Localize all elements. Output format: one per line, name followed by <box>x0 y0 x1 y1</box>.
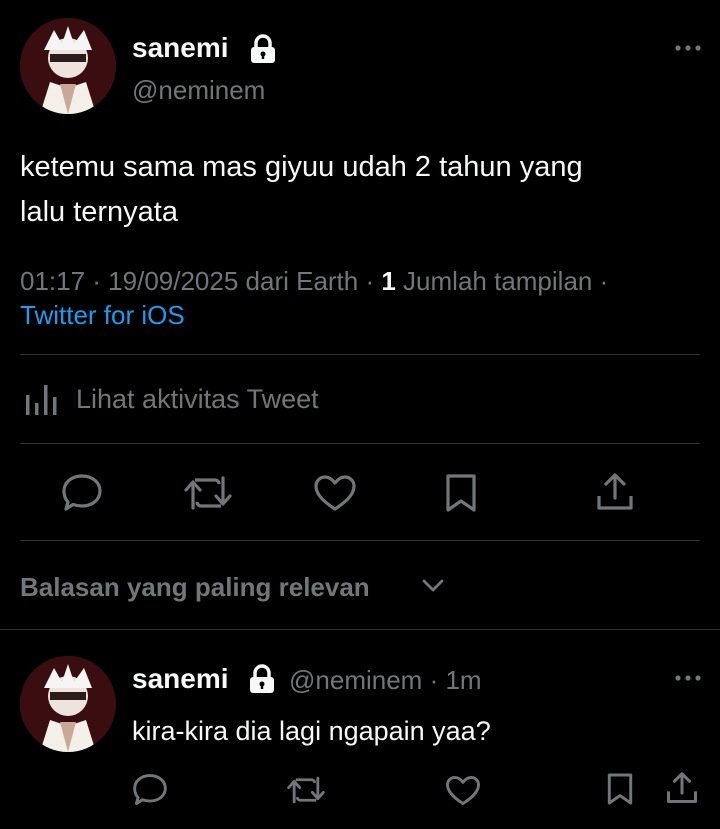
views-count: 1 <box>381 266 396 296</box>
more-icon[interactable] <box>674 43 702 53</box>
like-icon[interactable] <box>313 474 357 512</box>
reply-text: kira-kira dia lagi ngapain yaa? <box>132 716 491 746</box>
bookmark-icon[interactable] <box>606 772 634 806</box>
reply-icon[interactable] <box>61 473 103 513</box>
tweet-text: ketemu sama mas giyuu udah 2 tahun yang … <box>20 145 583 235</box>
retweet-icon[interactable] <box>183 474 233 512</box>
views-label: Jumlah tampilan · <box>395 266 609 296</box>
bookmark-icon[interactable] <box>444 473 478 513</box>
reply-handle-time: @neminem · 1m <box>289 665 482 696</box>
tweet-meta: 01:17 · 19/09/2025 dari Earth · 1 Jumlah… <box>20 266 608 297</box>
like-icon[interactable] <box>445 775 481 806</box>
reply-header: sanemi <box>132 663 229 695</box>
tweet-text-line: ketemu sama mas giyuu udah 2 tahun yang <box>20 151 583 183</box>
reply-handle[interactable]: @neminem <box>289 665 422 695</box>
lock-icon <box>248 664 276 694</box>
reply-display-name[interactable]: sanemi <box>132 663 229 694</box>
divider <box>20 443 700 444</box>
retweet-icon[interactable] <box>286 775 326 805</box>
divider <box>20 354 700 355</box>
tweet-text-line: lalu ternyata <box>20 196 178 228</box>
display-name[interactable]: sanemi <box>132 32 229 64</box>
handle[interactable]: @neminem <box>132 75 265 106</box>
divider <box>0 629 720 630</box>
chevron-down-icon[interactable] <box>421 577 445 593</box>
view-activity-link[interactable]: Lihat aktivitas Tweet <box>76 384 319 415</box>
share-icon[interactable] <box>666 771 698 805</box>
share-icon[interactable] <box>596 472 634 512</box>
divider <box>20 540 700 541</box>
replies-sort-label[interactable]: Balasan yang paling relevan <box>20 572 370 603</box>
lock-icon <box>249 34 277 64</box>
avatar[interactable] <box>20 656 116 752</box>
reply-icon[interactable] <box>132 773 168 807</box>
tweet-timestamp[interactable]: 01:17 · 19/09/2025 dari Earth · <box>20 266 381 296</box>
reply-time[interactable]: · 1m <box>430 665 482 695</box>
avatar[interactable] <box>20 18 116 114</box>
stats-icon <box>24 383 62 417</box>
tweet-source[interactable]: Twitter for iOS <box>20 300 185 331</box>
more-icon[interactable] <box>674 673 702 683</box>
